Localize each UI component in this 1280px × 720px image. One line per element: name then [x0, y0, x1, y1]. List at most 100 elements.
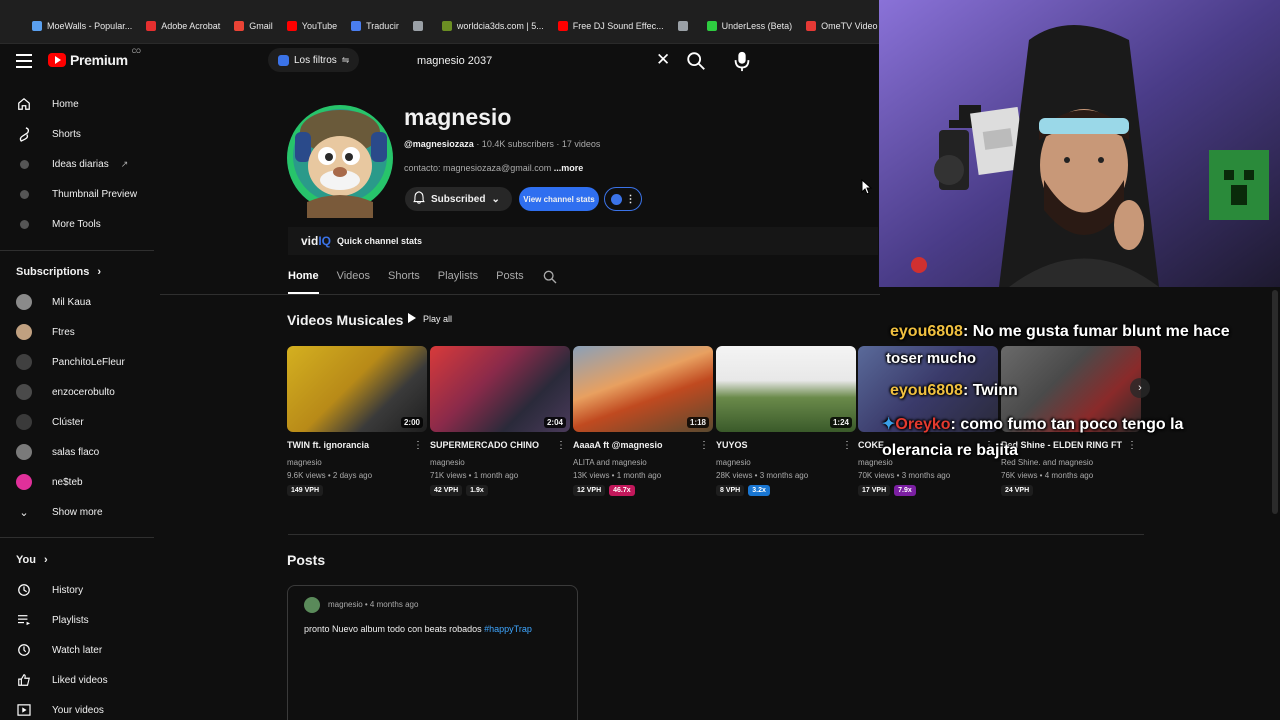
- video-channel[interactable]: Red Shine. and magnesio: [1001, 458, 1141, 467]
- bookmark-item[interactable]: Gmail: [234, 20, 273, 31]
- subscribed-button[interactable]: Subscribed ⌄: [405, 187, 512, 211]
- video-title[interactable]: YUYOS: [716, 440, 844, 450]
- show-more-button[interactable]: ⌄ Show more: [0, 497, 154, 527]
- bookmark-item[interactable]: Traducir: [351, 20, 399, 31]
- tab-home[interactable]: Home: [288, 262, 319, 294]
- chat-message: eyou6808: No me gusta fumar blunt me hac…: [890, 323, 1230, 340]
- more-vert-icon[interactable]: ⋮: [842, 440, 852, 451]
- video-thumbnail[interactable]: 1:18: [573, 346, 713, 432]
- sidebar-item-your-videos[interactable]: Your videos: [0, 695, 154, 720]
- sparkle-icon: ✦: [882, 416, 896, 433]
- sidebar-item-more-tools[interactable]: More Tools: [0, 209, 154, 239]
- channel-avatar[interactable]: [287, 98, 394, 218]
- video-channel[interactable]: magnesio: [430, 458, 570, 467]
- bookmark-item[interactable]: MoeWalls - Popular...: [32, 20, 132, 31]
- sidebar-item-subscription[interactable]: Clúster: [0, 407, 154, 437]
- vph-badge: 42 VPH: [430, 485, 463, 496]
- shelf-title[interactable]: Videos Musicales: [287, 312, 403, 328]
- sidebar-item-thumbnail-preview[interactable]: Thumbnail Preview: [0, 179, 154, 209]
- post-text: pronto Nuevo album todo con beats robado…: [304, 624, 532, 634]
- post-card[interactable]: magnesio • 4 months ago pronto Nuevo alb…: [287, 585, 578, 720]
- bookmark-item[interactable]: [412, 20, 428, 31]
- bookmark-item[interactable]: Adobe Acrobat: [146, 20, 220, 31]
- filters-button[interactable]: Los filtros ⇋: [268, 48, 360, 72]
- video-card[interactable]: 2:00 TWIN ft. ignorancia ⋮ magnesio 9.6K vie…: [287, 346, 427, 496]
- youtube-premium-logo[interactable]: Premium CO: [48, 49, 141, 68]
- bookmark-item[interactable]: YouTube: [286, 20, 337, 31]
- video-title[interactable]: AaaaA ft @magnesio: [573, 440, 701, 450]
- section-divider: [288, 534, 1144, 535]
- sidebar-item-ideas-diarias[interactable]: Ideas diarias ↗: [0, 149, 154, 179]
- favicon-icon: [412, 20, 423, 31]
- bookmark-item[interactable]: UnderLess (Beta): [706, 20, 792, 31]
- more-vert-icon[interactable]: ⋮: [1127, 440, 1137, 451]
- tab-videos[interactable]: Videos: [337, 262, 370, 294]
- tab-posts[interactable]: Posts: [496, 262, 524, 294]
- tabs-divider: [160, 294, 880, 295]
- sidebar-item-playlists[interactable]: Playlists: [0, 605, 154, 635]
- video-thumbnail[interactable]: 2:00: [287, 346, 427, 432]
- chevron-right-icon: ›: [97, 266, 102, 278]
- vph-badge: 12 VPH: [573, 485, 606, 496]
- vidiq-menu-button[interactable]: ⋮: [604, 187, 642, 211]
- video-channel[interactable]: magnesio: [287, 458, 427, 467]
- quick-channel-stats-bar[interactable]: vidIQ Quick channel stats: [288, 227, 878, 255]
- bookmark-item[interactable]: worldcia3ds.com | 5...: [441, 20, 544, 31]
- video-title[interactable]: TWIN ft. ignorancia: [287, 440, 415, 450]
- mouse-cursor-icon: [861, 178, 873, 198]
- tab-playlists[interactable]: Playlists: [438, 262, 478, 294]
- microphone-icon[interactable]: [734, 50, 750, 75]
- play-all-button[interactable]: Play all: [407, 312, 452, 326]
- shelf-next-button[interactable]: ›: [1130, 378, 1150, 398]
- video-card[interactable]: 2:04 SUPERMERCADO CHINO ⋮ magnesio 71K views…: [430, 346, 570, 496]
- favicon-icon: [146, 20, 157, 31]
- more-vert-icon[interactable]: ⋮: [413, 440, 423, 451]
- sidebar-item-subscription[interactable]: Mil Kaua: [0, 287, 154, 317]
- bookmark-item[interactable]: [677, 20, 693, 31]
- sidebar-item-watch-later[interactable]: Watch later: [0, 635, 154, 665]
- multiplier-badge: 1.9x: [466, 485, 488, 496]
- search-input[interactable]: magnesio 2037: [405, 46, 681, 76]
- sidebar-item-shorts[interactable]: Shorts: [0, 119, 154, 149]
- video-card[interactable]: 1:24 YUYOS ⋮ magnesio 28K views • 3 months a…: [716, 346, 856, 496]
- vph-badge: 8 VPH: [716, 485, 745, 496]
- sidebar-item-subscription[interactable]: enzocerobulto: [0, 377, 154, 407]
- sidebar-item-subscription[interactable]: ne$teb: [0, 467, 154, 497]
- avatar[interactable]: [304, 597, 320, 613]
- avatar: [16, 324, 32, 340]
- tab-shorts[interactable]: Shorts: [388, 262, 420, 294]
- clock-icon: [16, 643, 32, 657]
- video-title[interactable]: Red Shine - ELDEN RING FT: [1001, 440, 1129, 450]
- more-vert-icon[interactable]: ⋮: [699, 440, 709, 451]
- hashtag-link[interactable]: #happyTrap: [484, 624, 532, 634]
- video-channel[interactable]: magnesio: [716, 458, 856, 467]
- posts-title: Posts: [287, 552, 326, 568]
- video-channel[interactable]: ALITA and magnesio: [573, 458, 713, 467]
- sidebar-item-history[interactable]: History: [0, 575, 154, 605]
- bookmark-item[interactable]: Free DJ Sound Effec...: [557, 20, 664, 31]
- more-vert-icon[interactable]: ⋮: [556, 440, 566, 451]
- video-thumbnail[interactable]: 2:04: [430, 346, 570, 432]
- clear-search-icon[interactable]: ✕: [656, 50, 670, 70]
- sidebar-item-subscription[interactable]: Ftres: [0, 317, 154, 347]
- sidebar-item-subscription[interactable]: PanchitoLeFleur: [0, 347, 154, 377]
- video-thumbnail[interactable]: 1:24: [716, 346, 856, 432]
- video-card[interactable]: 1:18 AaaaA ft @magnesio ⋮ ALITA and magnesi…: [573, 346, 713, 496]
- sidebar-item-subscription[interactable]: salas flaco: [0, 437, 154, 467]
- menu-icon[interactable]: [16, 54, 32, 68]
- vidiq-stats: 24 VPH: [1001, 485, 1141, 496]
- you-header[interactable]: You ›: [16, 554, 48, 566]
- sidebar-item-liked-videos[interactable]: Liked videos: [0, 665, 154, 695]
- scrollbar-thumb[interactable]: [1272, 290, 1278, 514]
- more-link[interactable]: ...more: [554, 163, 584, 173]
- youtube-play-icon: [48, 53, 66, 67]
- scrollbar[interactable]: [1270, 290, 1280, 720]
- sidebar-item-home[interactable]: Home: [0, 89, 154, 119]
- chat-message: toser mucho: [886, 350, 977, 367]
- channel-description[interactable]: contacto: magnesiozaza@gmail.com ...more: [404, 163, 583, 173]
- channel-search-icon[interactable]: [542, 262, 558, 294]
- view-channel-stats-button[interactable]: View channel stats: [519, 187, 599, 211]
- search-icon[interactable]: [685, 50, 707, 75]
- video-title[interactable]: SUPERMERCADO CHINO: [430, 440, 558, 450]
- subscriptions-header[interactable]: Subscriptions ›: [16, 266, 101, 278]
